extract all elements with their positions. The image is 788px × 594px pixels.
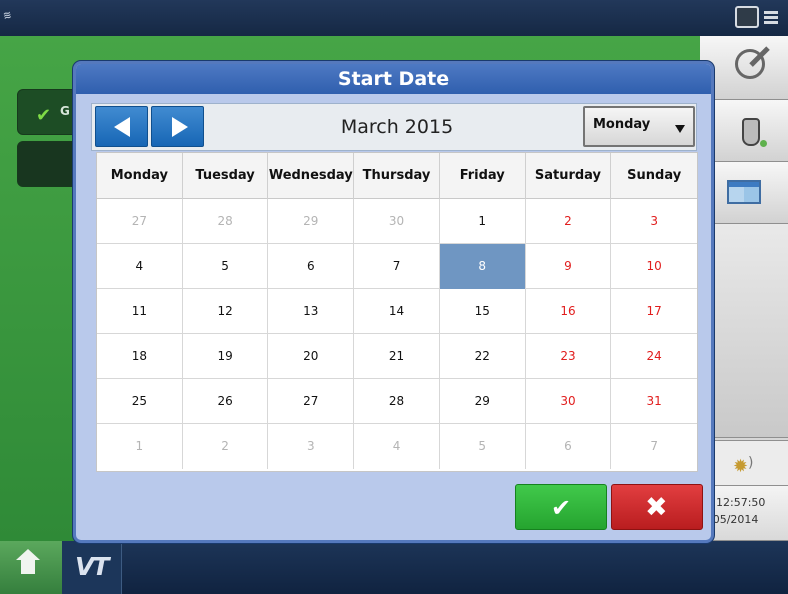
close-icon: ✖: [645, 492, 668, 523]
calendar-day[interactable]: 12: [183, 289, 269, 334]
calendar-day[interactable]: 27: [97, 199, 183, 244]
home-icon: [16, 549, 40, 575]
calendar-day[interactable]: 13: [268, 289, 355, 334]
bottom-bar: VT: [0, 541, 788, 594]
calendar-day[interactable]: 23: [526, 334, 612, 379]
calendar-day[interactable]: 22: [440, 334, 526, 379]
screen: ≋ ✔ G ✹ 12:57:50 3/05/2014: [0, 0, 788, 594]
tractor-logo-icon: ≋: [2, 9, 14, 23]
calendar-day[interactable]: 3: [611, 199, 697, 244]
calendar-day[interactable]: 10: [611, 244, 697, 289]
calendar-day[interactable]: 2: [526, 199, 612, 244]
vt-label: VT: [75, 552, 109, 581]
calendar-header: March 2015 Monday: [91, 103, 697, 151]
bin-icon: [742, 118, 767, 147]
calendar-day[interactable]: 1: [97, 424, 183, 469]
calendar-day[interactable]: 6: [526, 424, 612, 469]
calendar-week-row: 1 2 3 4 5 6 7: [97, 424, 697, 469]
calendar-day[interactable]: 5: [440, 424, 526, 469]
calendar-day[interactable]: 18: [97, 334, 183, 379]
calendar-day[interactable]: 19: [183, 334, 269, 379]
calendar-week-row: 4 5 6 7 8 9 10: [97, 244, 697, 289]
chevron-down-icon: [675, 125, 685, 133]
weekday-tuesday: Tuesday: [183, 153, 269, 199]
weekday-monday: Monday: [97, 153, 183, 199]
calendar-day[interactable]: 30: [526, 379, 612, 424]
calendar-day[interactable]: 4: [354, 424, 440, 469]
calendar-day[interactable]: 16: [526, 289, 612, 334]
calendar-day-selected[interactable]: 8: [439, 244, 526, 289]
calendar-day[interactable]: 24: [611, 334, 697, 379]
weekday-thursday: Thursday: [354, 153, 440, 199]
left-arrow-icon: [114, 117, 130, 137]
weekday-friday: Friday: [440, 153, 526, 199]
wrench-icon: [728, 42, 772, 86]
calendar-day[interactable]: 28: [354, 379, 440, 424]
calendar-week-row: 18 19 20 21 22 23 24: [97, 334, 697, 379]
calendar-day[interactable]: 5: [183, 244, 269, 289]
calendar-day[interactable]: 6: [268, 244, 355, 289]
next-month-button[interactable]: [151, 106, 204, 147]
right-arrow-icon: [172, 117, 188, 137]
calendar-day[interactable]: 26: [183, 379, 269, 424]
calendar-day[interactable]: 20: [268, 334, 355, 379]
home-button[interactable]: [0, 541, 62, 594]
calendar-day[interactable]: 11: [97, 289, 183, 334]
calendar-day[interactable]: 4: [97, 244, 183, 289]
cancel-button[interactable]: ✖: [611, 484, 703, 530]
weekday-wednesday: Wednesday: [268, 153, 355, 199]
previous-month-button[interactable]: [95, 106, 148, 147]
calendar-day[interactable]: 28: [183, 199, 269, 244]
calendar-week-row: 11 12 13 14 15 16 17: [97, 289, 697, 334]
list-icon[interactable]: [762, 6, 780, 28]
weekday-saturday: Saturday: [526, 153, 612, 199]
calendar-day[interactable]: 31: [611, 379, 697, 424]
calendar-day[interactable]: 3: [268, 424, 355, 469]
calendar-day[interactable]: 15: [440, 289, 526, 334]
calendar-day[interactable]: 9: [526, 244, 612, 289]
clock-time: 12:57:50: [716, 496, 766, 509]
table-icon: [727, 180, 761, 204]
calendar-day[interactable]: 7: [354, 244, 440, 289]
calendar-day[interactable]: 25: [97, 379, 183, 424]
month-label: March 2015: [340, 116, 454, 138]
weekday-sunday: Sunday: [627, 168, 682, 183]
calendar-grid: Monday Tuesday Wednesday Thursday Friday…: [96, 152, 698, 472]
week-start-select[interactable]: Monday: [583, 106, 695, 147]
calendar-week-row: 27 28 29 30 1 2 3: [97, 199, 697, 244]
confirm-button[interactable]: ✔: [515, 484, 607, 530]
calendar-day[interactable]: 30: [354, 199, 440, 244]
display-icon[interactable]: [735, 6, 759, 28]
dialog-title: Start Date: [76, 64, 711, 94]
week-start-value: Monday: [593, 117, 651, 132]
calendar-day[interactable]: 14: [354, 289, 440, 334]
start-date-dialog: Start Date March 2015 Monday Monday Tues…: [73, 61, 714, 543]
vt-button[interactable]: VT: [62, 541, 122, 594]
check-icon: ✔: [551, 494, 572, 522]
calendar-day[interactable]: 21: [354, 334, 440, 379]
status-button-label: G: [60, 104, 70, 118]
calendar-day[interactable]: 29: [440, 379, 526, 424]
calendar-day[interactable]: 17: [611, 289, 697, 334]
calendar-day[interactable]: 27: [268, 379, 355, 424]
calendar-day[interactable]: 7: [611, 424, 697, 469]
weekday-header-row: Monday Tuesday Wednesday Thursday Friday…: [97, 153, 697, 199]
top-bar: ≋: [0, 0, 788, 36]
check-icon: ✔: [36, 105, 52, 126]
calendar-day[interactable]: 1: [440, 199, 526, 244]
calendar-week-row: 25 26 27 28 29 30 31: [97, 379, 697, 424]
calendar-day[interactable]: 29: [268, 199, 355, 244]
calendar-day[interactable]: 2: [183, 424, 269, 469]
gear-icon: ✹: [733, 455, 754, 477]
